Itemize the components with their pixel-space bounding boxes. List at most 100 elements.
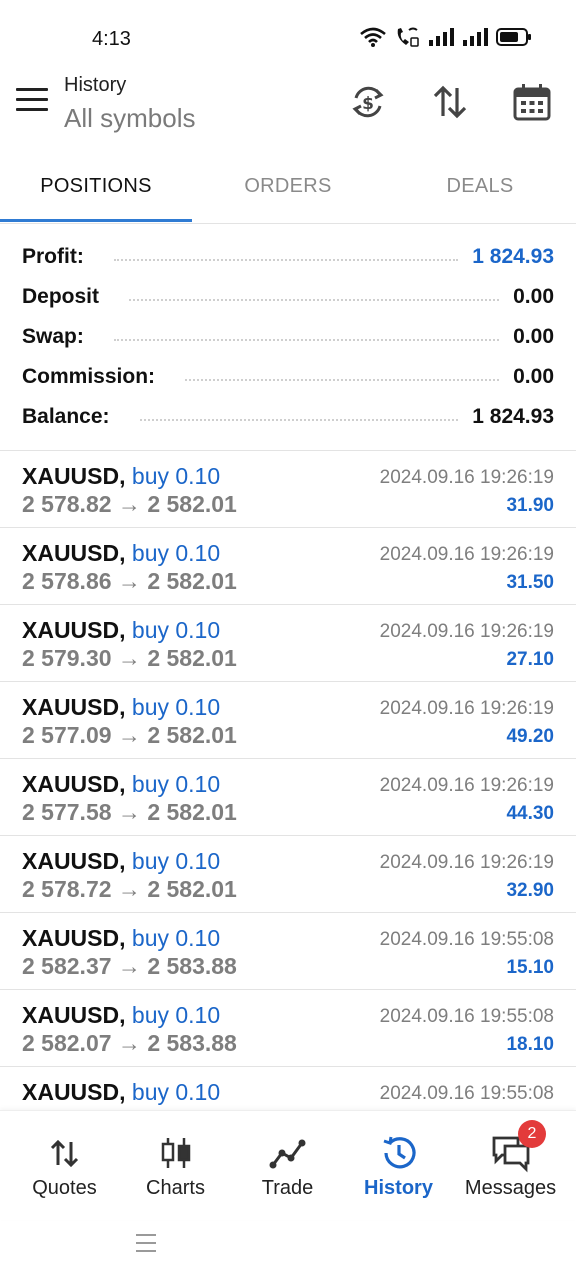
open-price: 2 579.30	[22, 645, 112, 671]
list-item[interactable]: XAUUSD, buy 0.10 2 578.72 → 2 582.01 202…	[0, 836, 576, 913]
deal-type: buy 0.10	[131, 848, 221, 874]
deal-symbol: XAUUSD,	[22, 848, 126, 874]
deal-profit: 31.50	[506, 572, 554, 593]
deal-type: buy 0.10	[131, 771, 221, 797]
deal-prices: 2 578.82 → 2 582.01	[22, 491, 237, 518]
open-price: 2 582.07	[22, 1030, 112, 1056]
currency-exchange-icon[interactable]: $	[348, 82, 388, 122]
deal-time: 2024.09.16 19:26:19	[379, 698, 554, 719]
positions-list: XAUUSD, buy 0.10 2 578.82 → 2 582.01 202…	[0, 451, 576, 1110]
deal-time: 2024.09.16 19:26:19	[379, 775, 554, 796]
deal-type: buy 0.10	[131, 694, 221, 720]
deal-symbol-line: XAUUSD, buy 0.10	[22, 694, 220, 721]
system-nav-bar	[0, 1220, 576, 1280]
deal-prices: 2 582.37 → 2 583.88	[22, 953, 237, 980]
tab-orders[interactable]: ORDERS	[192, 162, 384, 222]
deal-type: buy 0.10	[131, 463, 221, 489]
summary-value: 0.00	[513, 325, 554, 348]
summary-label: Deposit	[22, 285, 100, 308]
nav-label: Trade	[261, 1177, 314, 1199]
deal-profit: 31.90	[506, 495, 554, 516]
deal-prices: 2 578.86 → 2 582.01	[22, 568, 237, 595]
status-bar: 4:13	[0, 0, 576, 70]
dotted-leader	[139, 419, 459, 421]
list-item[interactable]: XAUUSD, buy 0.10 2024.09.16 19:55:08	[0, 1067, 576, 1110]
deal-profit: 27.10	[506, 649, 554, 670]
deal-symbol-line: XAUUSD, buy 0.10	[22, 925, 220, 952]
close-price: 2 582.01	[147, 645, 237, 671]
app-bar: History All symbols $	[0, 70, 576, 156]
nav-quotes[interactable]: Quotes	[7, 1111, 122, 1221]
deal-symbol-line: XAUUSD, buy 0.10	[22, 1079, 220, 1106]
deal-profit: 44.30	[506, 803, 554, 824]
arrow: →	[117, 799, 141, 825]
deal-prices: 2 582.07 → 2 583.88	[22, 1030, 237, 1057]
close-price: 2 582.01	[147, 568, 237, 594]
list-item[interactable]: XAUUSD, buy 0.10 2 579.30 → 2 582.01 202…	[0, 605, 576, 682]
summary-deposit: Deposit 0.00	[22, 277, 554, 317]
nav-charts[interactable]: Charts	[118, 1111, 233, 1221]
close-price: 2 582.01	[147, 876, 237, 902]
nav-label: History	[364, 1177, 433, 1199]
status-time: 4:13	[92, 28, 131, 50]
deal-symbol: XAUUSD,	[22, 1079, 126, 1105]
arrow: →	[117, 568, 141, 594]
arrow: →	[117, 491, 141, 517]
deal-type: buy 0.10	[131, 617, 221, 643]
close-price: 2 582.01	[147, 722, 237, 748]
dotted-leader	[129, 299, 500, 301]
arrow: →	[117, 722, 141, 748]
dotted-leader	[185, 379, 500, 381]
arrow: →	[117, 1030, 141, 1056]
deal-symbol: XAUUSD,	[22, 540, 126, 566]
sort-icon[interactable]	[430, 82, 470, 122]
deal-prices: 2 579.30 → 2 582.01	[22, 645, 237, 672]
open-price: 2 577.58	[22, 799, 112, 825]
deal-symbol-line: XAUUSD, buy 0.10	[22, 848, 220, 875]
nav-history[interactable]: History	[341, 1111, 456, 1221]
signal-icon	[463, 28, 488, 46]
calendar-icon[interactable]	[512, 82, 552, 122]
tab-divider	[0, 223, 576, 224]
deal-time: 2024.09.16 19:55:08	[379, 929, 554, 950]
open-price: 2 582.37	[22, 953, 112, 979]
close-price: 2 582.01	[147, 491, 237, 517]
nav-trade[interactable]: Trade	[230, 1111, 345, 1221]
list-item[interactable]: XAUUSD, buy 0.10 2 582.37 → 2 583.88 202…	[0, 913, 576, 990]
deal-symbol-line: XAUUSD, buy 0.10	[22, 1002, 220, 1029]
wifi-call-icon	[397, 27, 419, 47]
tab-positions[interactable]: POSITIONS	[0, 162, 192, 222]
candlestick-icon	[161, 1138, 190, 1168]
deal-symbol: XAUUSD,	[22, 1002, 126, 1028]
deal-prices: 2 578.72 → 2 582.01	[22, 876, 237, 903]
list-item[interactable]: XAUUSD, buy 0.10 2 577.09 → 2 582.01 202…	[0, 682, 576, 759]
nav-label: Messages	[464, 1177, 557, 1199]
list-item[interactable]: XAUUSD, buy 0.10 2 577.58 → 2 582.01 202…	[0, 759, 576, 836]
deal-profit: 18.10	[506, 1034, 554, 1055]
quotes-arrows-icon	[50, 1139, 78, 1168]
list-item[interactable]: XAUUSD, buy 0.10 2 578.82 → 2 582.01 202…	[0, 451, 576, 528]
summary-label: Swap:	[22, 325, 84, 348]
status-icons	[360, 26, 532, 48]
deal-type: buy 0.10	[131, 540, 221, 566]
tab-deals[interactable]: DEALS	[384, 162, 576, 222]
list-item[interactable]: XAUUSD, buy 0.10 2 578.86 → 2 582.01 202…	[0, 528, 576, 605]
menu-icon[interactable]	[16, 88, 48, 116]
nav-label: Charts	[146, 1177, 205, 1199]
page-title: History	[64, 74, 127, 96]
deal-type: buy 0.10	[131, 925, 221, 951]
summary-balance: Balance: 1 824.93	[22, 397, 554, 437]
tab-indicator	[0, 219, 192, 222]
wifi-icon	[360, 27, 386, 47]
summary-value: 0.00	[513, 285, 554, 308]
list-item[interactable]: XAUUSD, buy 0.10 2 582.07 → 2 583.88 202…	[0, 990, 576, 1067]
deal-prices: 2 577.58 → 2 582.01	[22, 799, 237, 826]
system-menu-icon[interactable]	[136, 1234, 156, 1258]
deal-symbol: XAUUSD,	[22, 694, 126, 720]
deal-symbol: XAUUSD,	[22, 925, 126, 951]
symbol-filter[interactable]: All symbols	[64, 103, 195, 134]
deal-profit: 32.90	[506, 880, 554, 901]
deal-prices: 2 577.09 → 2 582.01	[22, 722, 237, 749]
nav-messages[interactable]: Messages	[453, 1111, 568, 1221]
dotted-leader	[113, 259, 459, 261]
